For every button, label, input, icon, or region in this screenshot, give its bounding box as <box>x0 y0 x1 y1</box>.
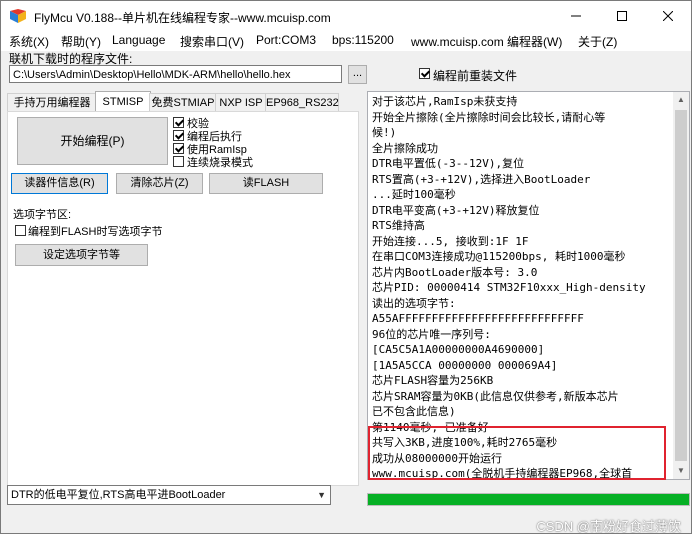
log-lines: 对于该芯片,RamIsp未获支持开始全片擦除(全片擦除时间会比较长,请耐心等 候!… <box>372 94 672 479</box>
app-icon <box>10 9 26 23</box>
menu-search-port[interactable]: 搜索串口(V) <box>180 33 244 50</box>
browse-button[interactable]: ... <box>348 65 367 84</box>
menu-bar: 系统(X) 帮助(Y) Language 搜索串口(V) Port:COM3 b… <box>1 31 691 51</box>
log-line: RTS置高(+3-+12V),选择进入BootLoader <box>372 172 591 186</box>
menu-port[interactable]: Port:COM3 <box>256 33 316 47</box>
scroll-thumb[interactable] <box>675 110 687 461</box>
title-bar: FlyMcu V0.188--单片机在线编程专家--www.mcuisp.com <box>1 1 691 31</box>
log-line: [1A5A5CCA 00000000 000069A4] <box>372 358 558 372</box>
continuous-burn-checkbox[interactable] <box>173 156 184 167</box>
dtr-rts-select-value: DTR的低电平复位,RTS高电平进BootLoader <box>11 489 226 501</box>
log-line: RTS维持高 <box>372 219 425 232</box>
maximize-icon <box>617 11 627 21</box>
log-line: [CA5C5A1A00000000A4690000] <box>372 343 545 356</box>
log-line: 开始全片擦除(全片擦除时间会比较长,请耐心等 <box>372 110 606 124</box>
menu-system[interactable]: 系统(X) <box>9 33 49 50</box>
dtr-rts-select[interactable]: DTR的低电平复位,RTS高电平进BootLoader ▼ <box>7 485 331 505</box>
menu-help[interactable]: 帮助(Y) <box>61 33 101 50</box>
tab-stmiap[interactable]: 免费STMIAP <box>149 93 217 112</box>
tab-handheld[interactable]: 手持万用编程器 <box>7 93 97 112</box>
minimize-icon <box>571 15 581 17</box>
tab-nxp-isp[interactable]: NXP ISP <box>215 93 267 112</box>
run-after-program-checkbox[interactable] <box>173 130 184 141</box>
log-line: 对于该芯片,RamIsp未获支持 <box>372 95 518 108</box>
menu-bps[interactable]: bps:115200 <box>332 33 394 47</box>
verify-checkbox[interactable] <box>173 117 184 128</box>
watermark: CSDN @南粉好食过薄饮 <box>536 519 681 534</box>
menu-language[interactable]: Language <box>112 33 165 47</box>
log-line: A55AFFFFFFFFFFFFFFFFFFFFFFFFFFFF <box>372 312 584 325</box>
window-title: FlyMcu V0.188--单片机在线编程专家--www.mcuisp.com <box>34 11 331 25</box>
option-bytes-title: 选项字节区: <box>13 206 75 222</box>
stmisp-panel <box>7 111 359 486</box>
use-ramisp-checkbox[interactable] <box>173 143 184 154</box>
maximize-button[interactable] <box>599 1 645 31</box>
close-button[interactable] <box>645 1 691 31</box>
log-line: 开始连接...5, 接收到:1F 1F <box>372 234 529 248</box>
clear-chip-button[interactable]: 清除芯片(Z) <box>116 173 203 194</box>
reload-file-checkbox[interactable] <box>419 68 430 79</box>
log-line: 芯片PID: 00000414 STM32F10xxx_High-density <box>372 281 646 294</box>
set-option-bytes-button[interactable]: 设定选项字节等 <box>15 244 148 266</box>
log-line: 在串口COM3连接成功@115200bps, 耗时1000毫秒 <box>372 250 626 263</box>
chevron-down-icon: ▼ <box>317 490 326 500</box>
tab-stmisp[interactable]: STMISP <box>95 91 151 113</box>
log-line: 芯片FLASH容量为256KB <box>372 374 494 387</box>
log-line: 芯片SRAM容量为0KB(此信息仅供参考,新版本芯片 <box>372 389 619 403</box>
tab-ep968[interactable]: EP968_RS232 <box>265 93 339 112</box>
menu-about[interactable]: 关于(Z) <box>578 33 617 50</box>
log-line: DTR电平变高(+3-+12V)释放复位 <box>372 203 540 217</box>
program-file-path-input[interactable]: C:\Users\Admin\Desktop\Hello\MDK-ARM\hel… <box>9 65 342 83</box>
minimize-button[interactable] <box>553 1 599 31</box>
success-highlight-box <box>368 426 666 480</box>
write-option-bytes-checkbox[interactable] <box>15 225 26 236</box>
start-programming-button[interactable]: 开始编程(P) <box>17 117 168 165</box>
continuous-burn-label: 连续烧录模式 <box>187 157 253 169</box>
app-window: FlyMcu V0.188--单片机在线编程专家--www.mcuisp.com… <box>0 0 692 534</box>
menu-programmer[interactable]: www.mcuisp.com 编程器(W) <box>411 33 562 50</box>
log-line: 96位的芯片唯一序列号: <box>372 327 491 341</box>
log-line: ...延时100毫秒 <box>372 188 456 201</box>
write-option-bytes-label: 编程到FLASH时写选项字节 <box>28 226 163 238</box>
log-line: 全片擦除成功 <box>372 141 438 155</box>
log-line: 已不包含此信息) <box>372 405 456 418</box>
log-line: 候!) <box>372 126 397 139</box>
log-scrollbar[interactable]: ▲ ▼ <box>673 92 689 479</box>
read-device-info-button[interactable]: 读器件信息(R) <box>11 173 108 194</box>
log-line: 芯片内BootLoader版本号: 3.0 <box>372 265 538 279</box>
scroll-up-icon[interactable]: ▲ <box>673 92 689 108</box>
log-output[interactable]: 对于该芯片,RamIsp未获支持开始全片擦除(全片擦除时间会比较长,请耐心等 候!… <box>367 91 690 480</box>
log-line: 读出的选项字节: <box>372 296 456 310</box>
close-icon <box>663 11 673 21</box>
scroll-down-icon[interactable]: ▼ <box>673 463 689 479</box>
progress-bar <box>367 493 690 506</box>
log-line: DTR电平置低(-3--12V),复位 <box>372 157 525 170</box>
reload-file-label: 编程前重装文件 <box>433 69 518 83</box>
read-flash-button[interactable]: 读FLASH <box>209 173 323 194</box>
